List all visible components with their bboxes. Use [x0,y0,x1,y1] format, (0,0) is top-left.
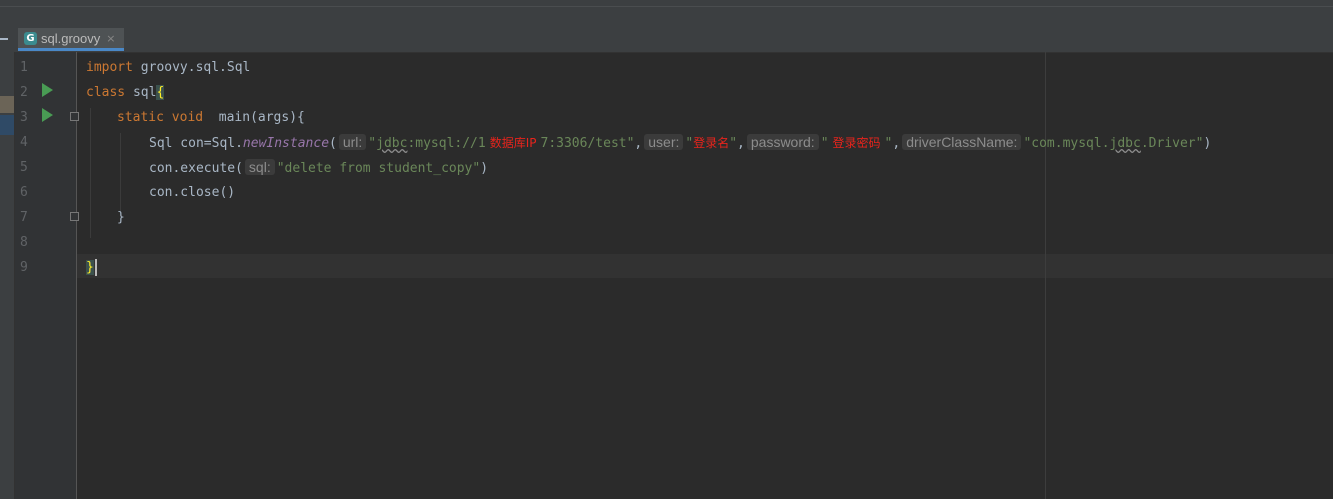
line-number: 4 [20,135,28,150]
redaction-label: 数据库IP [489,136,537,150]
matched-brace: { [156,85,165,100]
text-caret [94,259,97,276]
code-text: ) [1203,136,1212,151]
code-text: ( [329,136,337,151]
code-text: , [892,136,901,151]
code-text: sql [125,85,157,100]
groovy-file-icon: G [24,31,37,45]
code-line-3: static void main(args){ [117,105,305,130]
line-number: 1 [20,60,28,75]
line-number: 5 [20,160,28,175]
editor-tab-bar: G sql.groovy × [0,28,1333,53]
strip-marker[interactable] [0,96,14,113]
string-literal: " [729,136,738,151]
code-text: Sql con=Sql. [149,136,243,151]
string-literal: "delete from student_copy" [276,161,481,176]
string-literal: .Driver" [1140,136,1204,151]
string-literal: " [820,136,829,151]
static-method: newInstance [242,136,330,151]
line-number: 3 [20,110,28,125]
parameter-hint: password: [746,134,819,150]
line-number: 8 [20,235,28,250]
line-number: 9 [20,260,28,275]
strip-marker[interactable] [0,115,14,135]
line-number: 7 [20,210,28,225]
indent-guide [90,108,91,238]
code-text: , [634,136,643,151]
fold-icon[interactable] [70,212,79,221]
parameter-hint: driverClassName: [902,134,1022,150]
line-number: 2 [20,85,28,100]
parameter-hint: url: [338,134,367,150]
code-text: con.execute( [149,161,243,176]
current-line-highlight [77,254,1333,278]
string-literal: " [368,136,377,151]
code-line-7: } [117,205,125,230]
string-literal: 7:3306/test" [540,136,635,151]
code-line-6: con.close() [149,180,235,205]
code-line-9: } [86,255,97,280]
code-text: } [117,210,125,225]
fold-icon[interactable] [70,112,79,121]
code-text: groovy.sql.Sql [132,60,251,75]
code-text: main(args){ [203,110,305,125]
string-literal: :mysql://1 [407,136,486,151]
code-text: ) [480,161,489,176]
redaction-label: 登录名 [693,136,730,150]
code-line-4: Sql con=Sql.newInstance(url: "jdbc:mysql:… [149,130,1211,155]
title-bar [0,0,1333,29]
parameter-hint: user: [644,134,684,150]
redaction-label: 登录密码 [832,136,881,150]
collapse-icon[interactable] [0,38,8,40]
code-line-1: import groovy.sql.Sql [86,55,250,80]
keyword: static [117,110,164,125]
string-literal: jdbc [376,136,408,151]
code-text: con.close() [149,185,236,200]
tab-label: sql.groovy [41,30,101,46]
code-line-5: con.execute(sql: "delete from student_cop… [149,155,488,180]
tool-window-strip [0,52,15,499]
code-line-2: class sql{ [86,80,165,105]
keyword: class [86,85,126,100]
parameter-hint: sql: [244,159,275,175]
matched-brace: } [86,260,94,275]
code-text: , [737,136,745,151]
line-number: 6 [20,185,28,200]
close-icon[interactable]: × [106,32,115,45]
tab-sql-groovy[interactable]: G sql.groovy × [18,28,124,51]
run-icon[interactable] [42,108,53,122]
string-literal: jdbc [1109,136,1141,151]
toolbar-divider [0,6,1333,7]
run-icon[interactable] [42,83,53,97]
keyword: void [163,110,204,125]
right-margin-guide [1045,52,1046,499]
indent-guide [120,133,121,211]
string-literal: "com.mysql. [1023,136,1110,151]
keyword: import [86,60,133,75]
